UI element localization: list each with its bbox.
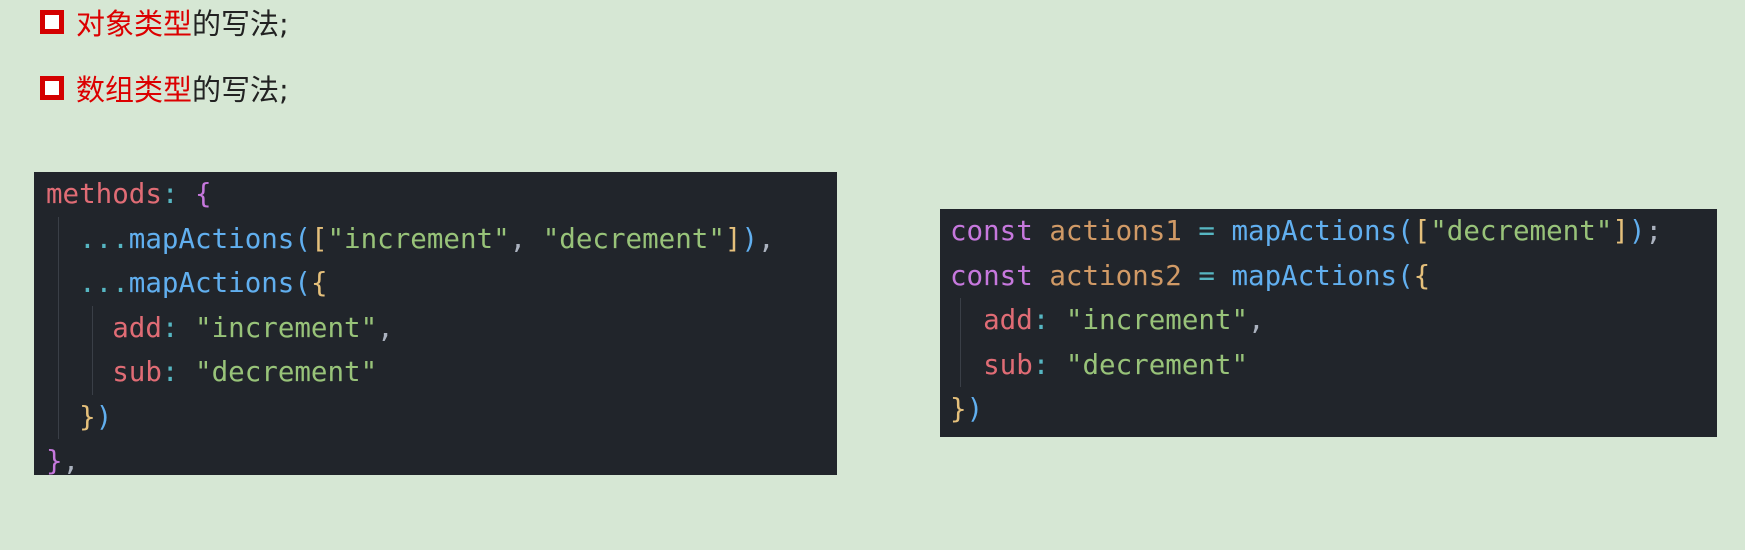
- code-line: ...mapActions(["increment", "decrement"]…: [46, 216, 837, 261]
- code-block-array: const actions1 = mapActions(["decrement"…: [940, 209, 1717, 437]
- code-line: const actions2 = mapActions({: [950, 259, 1431, 292]
- code-block-object: methods: { ...mapActions(["increment", "…: [34, 172, 837, 477]
- code-line: ...mapActions({: [46, 261, 837, 306]
- bullet-highlight: 数组类型: [76, 73, 193, 107]
- code-line: add: "increment",: [46, 305, 837, 350]
- bullet-text: 的写法;: [192, 73, 289, 107]
- bullet-array-type: 数组类型 的写法;: [40, 68, 289, 108]
- square-bullet-icon: [40, 10, 64, 34]
- square-bullet-icon: [40, 76, 64, 100]
- code-line: }): [46, 394, 837, 439]
- bullet-text: 的写法;: [192, 7, 289, 41]
- code-line: }): [950, 393, 984, 425]
- code-line: add: "increment",: [950, 298, 1717, 343]
- code-line: const actions1 = mapActions(["decrement"…: [950, 215, 1663, 247]
- code-line: methods: {: [46, 178, 212, 210]
- bullet-object-type: 对象类型 的写法;: [40, 2, 289, 42]
- code-line: sub: "decrement": [950, 342, 1717, 387]
- code-line: sub: "decrement": [46, 350, 837, 395]
- bullet-highlight: 对象类型: [76, 7, 193, 41]
- code-line: },: [46, 445, 80, 477]
